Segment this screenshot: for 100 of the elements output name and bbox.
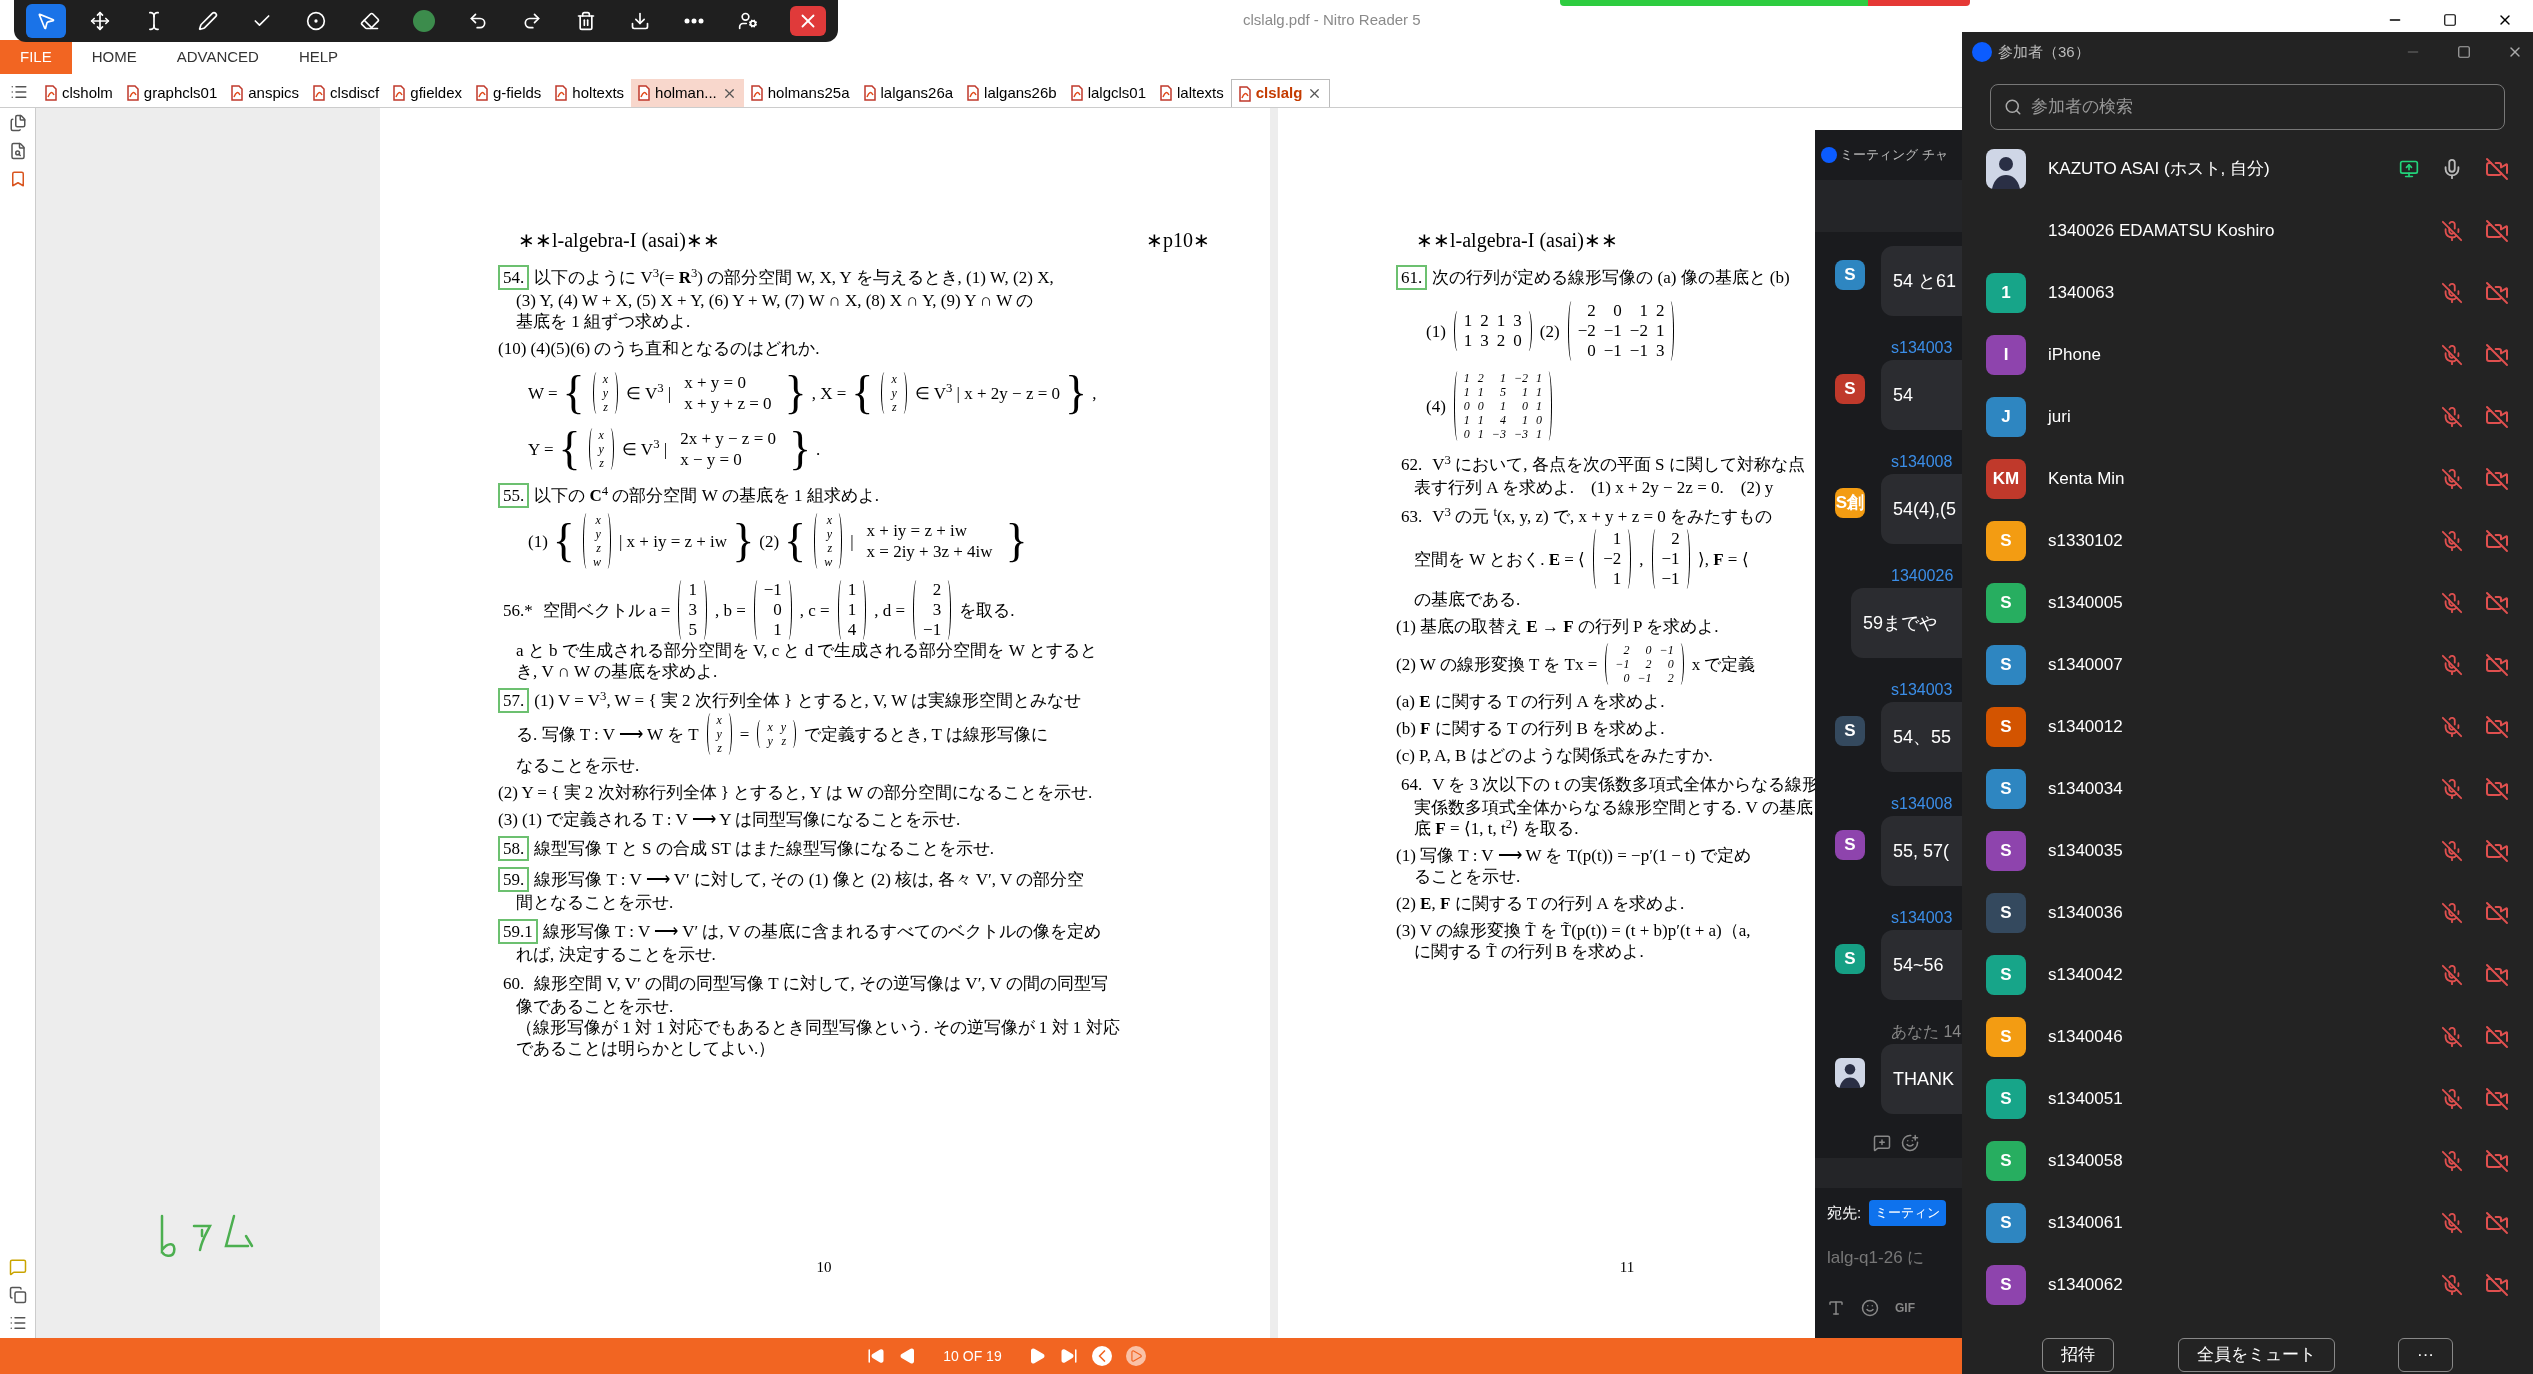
close-button[interactable] — [790, 6, 826, 36]
video-off-icon[interactable] — [2485, 467, 2509, 491]
participant-search-field[interactable]: 参加者の検索 — [1990, 84, 2505, 130]
video-off-icon[interactable] — [2485, 1087, 2509, 1111]
video-off-icon[interactable] — [2485, 1025, 2509, 1049]
participant-row[interactable]: S s1330102 — [1962, 510, 2533, 572]
participant-row[interactable]: KM Kenta Min — [1962, 448, 2533, 510]
search-icon — [2004, 98, 2022, 116]
pages-list-icon[interactable] — [10, 83, 28, 101]
search-panel-icon[interactable] — [8, 142, 27, 160]
menu-item[interactable]: ADVANCED — [156, 40, 279, 74]
document-tab[interactable]: g-fields — [469, 79, 549, 107]
mic-muted-icon[interactable] — [2441, 282, 2463, 304]
mic-muted-icon[interactable] — [2441, 1026, 2463, 1048]
video-off-icon[interactable] — [2485, 1211, 2509, 1235]
document-tab[interactable]: lalgans26b — [960, 79, 1064, 107]
select-tool-button[interactable] — [26, 4, 66, 38]
mic-muted-icon[interactable] — [2441, 406, 2463, 428]
pages-panel-icon[interactable] — [8, 114, 27, 132]
video-off-icon[interactable] — [2485, 901, 2509, 925]
first-page-icon[interactable] — [867, 1347, 886, 1365]
mic-muted-icon[interactable] — [2441, 1274, 2463, 1296]
last-page-icon[interactable] — [1059, 1347, 1078, 1365]
math-text: 実係数多項式全体からなる線形空間とする. V の基底 — [1414, 797, 1813, 818]
document-tab[interactable]: lalgcls01 — [1063, 79, 1153, 107]
mic-muted-icon[interactable] — [2441, 1088, 2463, 1110]
mic-muted-icon[interactable] — [2441, 778, 2463, 800]
gif-button[interactable]: GIF — [1895, 1299, 1915, 1317]
color-swatch[interactable] — [413, 10, 435, 32]
mic-muted-icon[interactable] — [2441, 344, 2463, 366]
participant-row[interactable]: S s1340051 — [1962, 1068, 2533, 1130]
video-off-icon[interactable] — [2485, 839, 2509, 863]
maximize-icon[interactable] — [2443, 13, 2457, 27]
comment-icon[interactable] — [8, 1258, 27, 1276]
back-icon[interactable] — [1091, 1346, 1112, 1366]
message-input[interactable]: lalg-q1-26 に — [1815, 1238, 1962, 1278]
video-off-icon[interactable] — [2485, 343, 2509, 367]
participant-name: s1340058 — [2048, 1150, 2124, 1173]
document-tab[interactable]: holtexts — [548, 79, 632, 107]
participant-row[interactable]: KAZUTO ASAI (ホスト, 自分) — [1962, 138, 2533, 200]
participant-row[interactable]: 1 1340063 — [1962, 262, 2533, 324]
mic-muted-icon[interactable] — [2441, 716, 2463, 738]
participant-row[interactable]: S s1340061 — [1962, 1192, 2533, 1254]
text-format-icon[interactable] — [1827, 1299, 1845, 1317]
participant-row[interactable]: S s1340034 — [1962, 758, 2533, 820]
participant-row[interactable]: J juri — [1962, 386, 2533, 448]
add-reaction-icon[interactable] — [1901, 1134, 1919, 1152]
emoji-icon[interactable] — [1861, 1299, 1879, 1317]
document-tab[interactable]: anspics — [224, 79, 307, 107]
participant-row[interactable]: S s1340036 — [1962, 882, 2533, 944]
mic-muted-icon[interactable] — [2441, 654, 2463, 676]
participants-action-button[interactable]: ··· — [2398, 1338, 2453, 1372]
video-off-icon[interactable] — [2485, 1273, 2509, 1297]
mic-muted-icon[interactable] — [2441, 592, 2463, 614]
participant-row[interactable]: S s1340012 — [1962, 696, 2533, 758]
participant-row[interactable]: S s1340042 — [1962, 944, 2533, 1006]
participant-name: iPhone — [2048, 344, 2102, 367]
document-tab[interactable]: laltexts — [1153, 79, 1231, 107]
mic-muted-icon[interactable] — [2441, 220, 2463, 242]
document-tab[interactable]: holmans25a — [743, 79, 857, 107]
video-off-icon[interactable] — [2485, 1149, 2509, 1173]
document-tab[interactable]: clsdiscf — [306, 79, 387, 107]
video-off-icon[interactable] — [2485, 591, 2509, 615]
document-tab[interactable]: clsholm — [38, 79, 120, 107]
participant-row[interactable]: S s1340058 — [1962, 1130, 2533, 1192]
participants-action-button[interactable]: 全員をミュート — [2177, 1338, 2335, 1372]
participants-action-button[interactable]: 招待 — [2042, 1338, 2114, 1372]
participant-row[interactable]: S s1340046 — [1962, 1006, 2533, 1068]
mic-muted-icon[interactable] — [2441, 902, 2463, 924]
menu-item[interactable]: HELP — [278, 40, 359, 74]
participant-row[interactable]: S s1340062 — [1962, 1254, 2533, 1316]
video-off-icon[interactable] — [2485, 715, 2509, 739]
document-tab[interactable]: lalgans26a — [856, 79, 961, 107]
participant-row[interactable]: S s1340007 — [1962, 634, 2533, 696]
video-off-icon[interactable] — [2485, 281, 2509, 305]
video-off-icon[interactable] — [2485, 529, 2509, 553]
video-off-icon[interactable] — [2485, 777, 2509, 801]
reply-icon[interactable] — [1873, 1134, 1891, 1152]
menu-item[interactable]: HOME — [71, 40, 157, 74]
mic-muted-icon[interactable] — [2441, 840, 2463, 862]
recipient-button[interactable]: ミーティン — [1869, 1200, 1947, 1226]
matrix-entry: z — [598, 456, 604, 470]
video-off-icon[interactable] — [2485, 963, 2509, 987]
video-off-icon[interactable] — [2485, 219, 2509, 243]
participant-row[interactable]: S s1340005 — [1962, 572, 2533, 634]
mic-muted-icon[interactable] — [2441, 1212, 2463, 1234]
mic-muted-icon[interactable] — [2441, 1150, 2463, 1172]
document-tab[interactable]: graphcls01 — [119, 79, 225, 107]
mic-muted-icon[interactable] — [2441, 530, 2463, 552]
document-tab[interactable]: gfieldex — [386, 79, 469, 107]
video-off-icon[interactable] — [2485, 157, 2509, 181]
participant-row[interactable]: I iPhone — [1962, 324, 2533, 386]
participant-row[interactable]: S s1340035 — [1962, 820, 2533, 882]
document-tab[interactable]: clslalg — [1230, 79, 1331, 107]
video-off-icon[interactable] — [2485, 653, 2509, 677]
mic-muted-icon[interactable] — [2441, 468, 2463, 490]
video-off-icon[interactable] — [2485, 405, 2509, 429]
participant-row[interactable]: 1340026 EDAMATSU Koshiro — [1962, 200, 2533, 262]
mic-muted-icon[interactable] — [2441, 964, 2463, 986]
document-tab[interactable]: holman... — [631, 79, 744, 107]
